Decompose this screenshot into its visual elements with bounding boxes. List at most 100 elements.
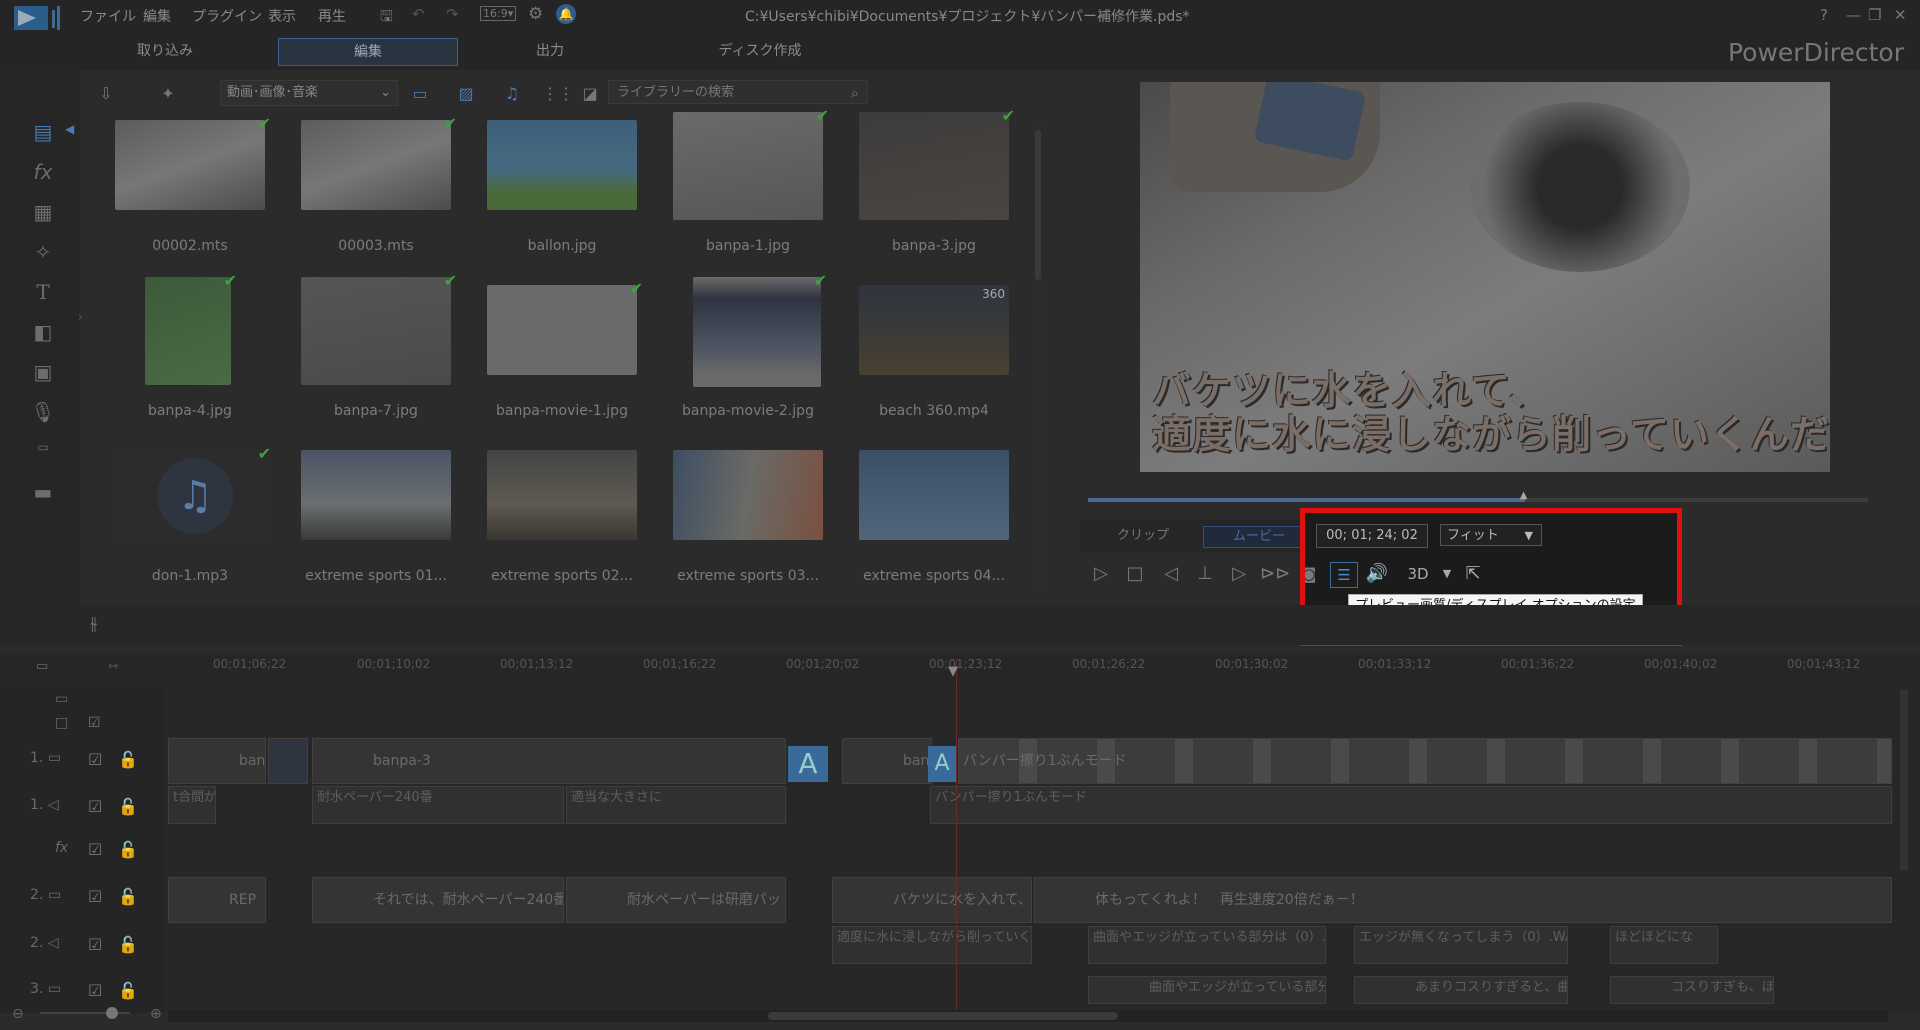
lock-icon[interactable]: 🔓 (118, 797, 138, 816)
video-clip[interactable]: バンパー擦り1ぶんモード (958, 738, 1892, 784)
media-item[interactable]: extreme sports 01... (281, 450, 451, 610)
media-item[interactable]: ✔ banpa-1.jpg (653, 106, 829, 280)
menu-plugin[interactable]: プラグイン (192, 6, 262, 26)
redo-icon[interactable]: ↷ (446, 5, 459, 23)
media-room-icon[interactable]: ▤ (28, 120, 58, 148)
split-tool-icon[interactable]: ⫳ (90, 613, 97, 634)
video-clip[interactable]: banpa-3 (312, 738, 786, 784)
video-clip[interactable]: コスりすぎも、ほ (1610, 976, 1774, 1004)
tab-edit[interactable]: 編集 (278, 38, 458, 66)
media-filter-dropdown[interactable]: 動画･画像･音楽 ⌄ (220, 80, 398, 106)
play-icon[interactable]: ▷ (1088, 562, 1114, 586)
scrubber-handle-icon[interactable]: ▲ (1520, 490, 1528, 501)
video-filter-icon[interactable]: ▭ (406, 84, 434, 106)
video-clip[interactable]: REP (168, 877, 266, 923)
audio-filter-icon[interactable]: ♫ (498, 84, 526, 106)
plugin-icon[interactable]: ✦ (154, 84, 182, 106)
zoom-in-icon[interactable]: ⊕ (150, 1006, 162, 1022)
pip-room-icon[interactable]: ▦ (28, 200, 58, 228)
zoom-out-icon[interactable]: ⊖ (12, 1006, 24, 1022)
tab-output[interactable]: 出力 (490, 38, 610, 64)
video-clip[interactable]: ban (842, 738, 932, 784)
library-search-input[interactable]: ライブラリーの検索 ⌕ (608, 80, 868, 104)
settings-gear-icon[interactable]: ⚙ (528, 4, 543, 24)
import-media-icon[interactable]: ⇩ (92, 84, 120, 106)
lock-icon[interactable]: 🔓 (118, 935, 138, 954)
next-frame-icon[interactable]: ▷ (1226, 562, 1252, 586)
track-enable-checkbox[interactable]: ☑ (88, 981, 102, 1000)
video-clip[interactable]: あまりコスりすぎると、曲面 (1354, 976, 1568, 1004)
preview-scrubber[interactable]: ▲ (1088, 490, 1868, 502)
zoom-slider-handle[interactable] (106, 1007, 118, 1019)
timeline-playhead[interactable] (956, 660, 957, 1010)
video-clip[interactable]: ban (168, 738, 266, 784)
voice-over-icon[interactable]: 🎙 (28, 400, 58, 428)
zoom-slider[interactable] (40, 1007, 130, 1019)
track-manager-icon[interactable]: ▭ (36, 659, 48, 674)
minimize-button[interactable]: — (1846, 6, 1861, 24)
fast-forward-icon[interactable]: ⊳⊳ (1260, 562, 1290, 586)
media-item[interactable]: 360 beach 360.mp4 (839, 285, 1009, 445)
video-clip[interactable]: 曲面やエッジが立っている部分 (1088, 976, 1326, 1004)
search-icon[interactable]: ⌕ (851, 81, 859, 105)
chapter-room-icon[interactable]: ▭ (28, 440, 58, 468)
media-item[interactable]: ♫ ✔ don-1.mp3 (95, 444, 271, 610)
timeline-scrollbar-thumb[interactable] (768, 1012, 1118, 1020)
title-clip-a-icon[interactable]: A (928, 746, 956, 782)
menu-file[interactable]: ファイル (80, 6, 136, 26)
media-item[interactable]: extreme sports 02... (467, 450, 637, 610)
restore-button[interactable]: ❐ (1868, 6, 1881, 24)
track-enable-checkbox[interactable]: ☑ (88, 715, 101, 731)
video-clip[interactable]: 体もってくれよ！ 再生速度20倍だぁ－！ (1034, 877, 1892, 923)
video-clip[interactable]: 耐水ペーパーは研磨パッ (566, 877, 786, 923)
aspect-ratio-icon[interactable]: 16:9▾ (480, 6, 517, 21)
audio-clip[interactable]: バンパー擦り1ぶんモード (930, 786, 1892, 824)
lock-icon[interactable]: 🔓 (118, 981, 138, 1000)
title-room-icon[interactable]: T (28, 280, 58, 308)
close-button[interactable]: ✕ (1894, 6, 1907, 24)
subtitle-room-icon[interactable]: ▬ (28, 480, 58, 508)
audio-clip[interactable]: 適度に水に浸しながら削っていくん (832, 926, 1032, 964)
timeline-vertical-scrollbar[interactable] (1900, 690, 1908, 870)
media-item[interactable]: ✔ 00003.mts (281, 114, 457, 280)
audio-clip[interactable]: エッジが無くなってしまう（0）.WAV (1354, 926, 1568, 964)
split-icon[interactable]: ⊥ (1192, 562, 1218, 586)
transition-room-icon[interactable]: ◧ (28, 320, 58, 348)
notification-bell-icon[interactable]: 🔔 (556, 4, 576, 24)
media-item[interactable]: extreme sports 03... (653, 450, 823, 610)
collapse-arrow-icon[interactable]: ◀ (65, 122, 74, 136)
video-clip[interactable] (268, 738, 308, 784)
lock-icon[interactable]: 🔓 (118, 750, 138, 769)
menu-playback[interactable]: 再生 (318, 6, 346, 26)
track-enable-checkbox[interactable]: ☑ (88, 840, 102, 859)
audio-clip[interactable]: ほどほどにな (1610, 926, 1718, 964)
stop-icon[interactable]: □ (1122, 562, 1148, 586)
previous-frame-icon[interactable]: ◁ (1158, 562, 1184, 586)
media-item[interactable]: ballon.jpg (467, 120, 637, 280)
save-icon[interactable]: 🖫 (380, 6, 393, 31)
audio-clip[interactable]: t合間が (168, 786, 216, 824)
video-clip[interactable]: バケツに水を入れて、 (832, 877, 1032, 923)
lock-icon[interactable]: 🔓 (118, 840, 138, 859)
track-enable-checkbox[interactable]: ☑ (88, 935, 102, 954)
media-item[interactable]: ✔ banpa-4.jpg (95, 271, 265, 445)
tab-import[interactable]: 取り込み (100, 38, 230, 64)
help-icon[interactable]: ? (1820, 6, 1828, 24)
media-item[interactable]: ✔ banpa-3.jpg (839, 106, 1015, 280)
audio-mixing-icon[interactable]: ▣ (28, 360, 58, 388)
track-enable-checkbox[interactable]: ☑ (88, 797, 102, 816)
tab-disc[interactable]: ディスク作成 (680, 38, 840, 64)
thumbnail-size-icon[interactable]: ◪ (576, 84, 604, 106)
undo-icon[interactable]: ↶ (412, 5, 425, 23)
video-clip[interactable]: それでは、耐水ペーパー240番 (312, 877, 564, 923)
grid-view-icon[interactable]: ⋮⋮ (542, 84, 574, 106)
media-item[interactable]: ✔ banpa-7.jpg (281, 271, 457, 445)
track-enable-checkbox[interactable]: ☑ (88, 887, 102, 906)
expand-arrow-icon[interactable]: › (78, 310, 83, 324)
playhead-marker-icon[interactable]: ▼ (948, 664, 958, 679)
image-filter-icon[interactable]: ▨ (452, 84, 480, 106)
lock-icon[interactable]: 🔓 (118, 887, 138, 906)
title-clip-a-icon[interactable]: A (788, 746, 828, 782)
menu-edit[interactable]: 編集 (143, 6, 171, 26)
media-item[interactable]: ✔ banpa-movie-2.jpg (653, 271, 827, 445)
